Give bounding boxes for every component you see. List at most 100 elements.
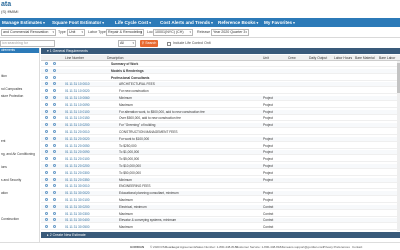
table-row[interactable]: 01 11 31 20 0100 To $5,000,000 Project (41, 157, 400, 163)
add-icon[interactable] (45, 89, 48, 93)
add-icon[interactable] (45, 68, 48, 72)
info-icon[interactable] (53, 157, 56, 161)
sidebar-item[interactable] (0, 172, 39, 177)
search-scope-select[interactable]: All ▾ (118, 40, 136, 47)
table-row[interactable]: 01 11 31 10 0010 ARCHITECTURAL FEES (41, 82, 400, 88)
line-number[interactable]: 01 11 31 10 0200 (65, 123, 90, 128)
col-bare-material[interactable]: Bare Material (355, 55, 375, 61)
add-icon[interactable] (45, 62, 48, 65)
sidebar-item[interactable] (0, 133, 39, 138)
table-row[interactable]: 01 11 31 20 0350 Minimum Project (41, 177, 400, 183)
info-icon[interactable] (53, 177, 56, 181)
add-icon[interactable] (45, 96, 48, 99)
add-icon[interactable] (45, 102, 48, 106)
table-row[interactable]: 01 11 31 30 0020 Educational planning con… (41, 191, 400, 197)
contact-link[interactable]: Contact (352, 244, 362, 250)
search-input[interactable]: ion searching for (0, 40, 55, 47)
add-icon[interactable] (45, 82, 48, 86)
add-icon[interactable] (45, 225, 48, 229)
sidebar-item[interactable]: ng, and Air Conditioning (0, 152, 39, 157)
nav-cost-alerts[interactable]: Cost Alerts and Trends▾ (160, 18, 213, 27)
sidebar-item[interactable] (0, 211, 39, 216)
table-row[interactable]: 01 11 31 30 0010 ENGINEERING FEES (41, 184, 400, 190)
add-icon[interactable] (45, 130, 48, 133)
sidebar-item[interactable]: ent (0, 139, 39, 144)
sidebar-item[interactable] (0, 126, 39, 131)
info-icon[interactable] (53, 191, 56, 195)
legal-link[interactable]: Legal Agreements (172, 244, 196, 250)
type-select[interactable]: Unit ▾ (67, 29, 85, 36)
privacy-link[interactable]: Privacy Preferences (323, 244, 350, 250)
line-number[interactable]: 01 11 31 20 0200 (65, 164, 90, 169)
line-number[interactable]: 01 11 31 20 0100 (65, 157, 90, 162)
add-icon[interactable] (45, 109, 48, 113)
table-row[interactable]: Models & Renderings (41, 68, 400, 74)
add-icon[interactable] (45, 177, 48, 181)
line-number[interactable]: 01 11 31 10 0010 (65, 82, 90, 87)
sidebar-item[interactable] (0, 185, 39, 190)
col-labor-hours[interactable]: Labor Hours (334, 55, 352, 61)
info-icon[interactable] (53, 102, 56, 106)
line-number[interactable]: 01 11 31 10 0090 (65, 103, 90, 108)
info-icon[interactable] (53, 143, 56, 147)
info-icon[interactable] (53, 96, 56, 99)
sidebar-item[interactable] (0, 224, 39, 229)
info-icon[interactable] (53, 211, 56, 215)
category-select[interactable]: and Commercial Renovation ▾ (1, 29, 56, 36)
table-row[interactable]: 01 11 31 10 0150 Over $500,000, add to ne… (41, 116, 400, 122)
location-select[interactable]: 10001(NYC) (CH) ▾ (153, 29, 193, 36)
sidebar-item[interactable]: nd Composites (0, 87, 39, 92)
info-icon[interactable] (53, 62, 56, 65)
sidebar-item[interactable]: ions (0, 165, 39, 170)
sidebar-item[interactable] (0, 198, 39, 203)
sidebar-item[interactable] (0, 159, 39, 164)
release-select[interactable]: Year 2020 Quarter 3 ▾ (211, 29, 249, 36)
info-icon[interactable] (53, 136, 56, 140)
add-icon[interactable] (45, 75, 48, 79)
add-icon[interactable] (45, 170, 48, 174)
sidebar-item[interactable] (0, 68, 39, 73)
table-row[interactable]: 01 11 31 20 0020 For work to $100,000 Proj… (41, 136, 400, 142)
info-icon[interactable] (53, 218, 56, 222)
info-icon[interactable] (53, 170, 56, 174)
nav-life-cycle-cost[interactable]: Life Cycle Cost▾ (115, 18, 151, 27)
table-row[interactable]: 01 11 31 10 0200 For "Greening" of buildi… (41, 123, 400, 129)
line-number[interactable]: 01 11 31 20 0350 (65, 178, 90, 183)
sidebar-item[interactable]: ation (0, 191, 39, 196)
sidebar-item[interactable] (0, 61, 39, 66)
info-icon[interactable] (53, 130, 56, 133)
line-number[interactable]: 01 11 31 20 0010 (65, 130, 90, 135)
info-icon[interactable] (53, 225, 56, 229)
table-row[interactable]: 01 11 31 20 0050 To $250,000 Project (41, 143, 400, 149)
sidebar-item[interactable]: Construction (0, 217, 39, 222)
search-button[interactable]: ⚲ Search (140, 40, 158, 47)
table-row[interactable]: 01 11 31 10 0020 For new construction (41, 89, 400, 95)
add-icon[interactable] (45, 143, 48, 147)
table-row[interactable]: 01 11 31 20 0300 To $50,000,000 Project (41, 170, 400, 176)
add-icon[interactable] (45, 218, 48, 222)
add-icon[interactable] (45, 136, 48, 140)
add-icon[interactable] (45, 164, 48, 167)
table-row[interactable]: 01 11 31 20 0090 To $1,000,000 Project (41, 150, 400, 156)
add-icon[interactable] (45, 150, 48, 154)
info-icon[interactable] (53, 123, 56, 127)
rsmeans-logo[interactable]: ata (S) ffMIMI (1, 1, 31, 17)
sidebar-item[interactable] (0, 204, 39, 209)
line-number[interactable]: 01 11 31 20 0300 (65, 171, 90, 176)
sidebar-item[interactable] (0, 81, 39, 86)
table-row[interactable]: 01 11 31 30 0100 Maximum Project (41, 198, 400, 203)
line-number[interactable]: 01 11 31 10 0150 (65, 116, 90, 121)
labor-type-select[interactable]: Repair & Remodeling ▾ (106, 29, 144, 36)
add-icon[interactable] (45, 123, 48, 127)
line-number[interactable]: 01 11 31 30 0400 (65, 218, 90, 223)
add-icon[interactable] (45, 116, 48, 120)
line-number[interactable]: 01 11 31 10 0100 (65, 110, 90, 115)
line-number[interactable]: 01 11 31 20 0090 (65, 150, 90, 155)
table-row[interactable]: 01 11 31 10 0060 Minimum Project (41, 96, 400, 101)
sidebar-item[interactable]: ition (0, 74, 39, 79)
info-icon[interactable] (53, 198, 56, 201)
info-icon[interactable] (53, 204, 56, 208)
sidebar-item[interactable]: sture Protection (0, 94, 39, 99)
sidebar-item[interactable] (0, 55, 39, 60)
table-row[interactable]: 01 11 31 30 0300 Maximum Contrct (41, 211, 400, 217)
